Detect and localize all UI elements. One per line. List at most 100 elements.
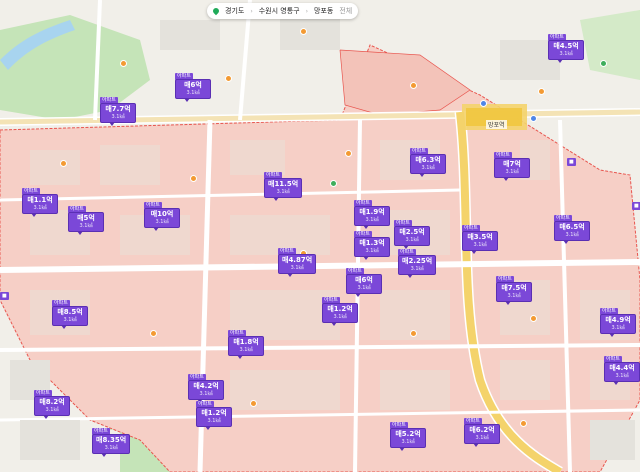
marker-price: 매7.7억 <box>105 105 131 113</box>
marker-box: 매1.1억 3.1㎢ <box>22 194 58 217</box>
marker-tail <box>273 197 279 201</box>
marker-box: 매7억 3.1㎢ <box>494 158 530 181</box>
small-badge[interactable]: ■ <box>567 158 576 166</box>
poi-icon[interactable] <box>150 330 157 337</box>
park-icon[interactable] <box>330 180 337 187</box>
marker-box: 매4.4억 3.1㎢ <box>604 362 640 385</box>
marker-box: 매1.8억 3.1㎢ <box>228 336 264 359</box>
marker-tail <box>43 415 49 419</box>
breadcrumb-province[interactable]: 경기도 <box>225 6 244 16</box>
poi-icon[interactable] <box>410 82 417 89</box>
marker-price: 매2.5억 <box>399 228 425 236</box>
poi-icon[interactable] <box>345 150 352 157</box>
poi-icon[interactable] <box>410 330 417 337</box>
marker-area: 3.1㎢ <box>410 266 424 272</box>
marker-price: 매6.5억 <box>559 223 585 231</box>
marker-tail <box>563 240 569 244</box>
marker-area: 3.1㎢ <box>421 165 435 171</box>
marker-price: 매1.8억 <box>233 338 259 346</box>
marker-area: 3.1㎢ <box>155 219 169 225</box>
small-badge[interactable]: ■ <box>632 202 640 210</box>
marker-box: 매5억 3.1㎢ <box>68 212 104 235</box>
poi-icon[interactable] <box>538 88 545 95</box>
marker-box: 매4.2억 3.1㎢ <box>188 380 224 403</box>
marker-tail <box>184 98 190 102</box>
marker-area: 3.1㎢ <box>505 169 519 175</box>
marker-price: 매10억 <box>150 210 174 218</box>
location-pin-icon <box>211 6 221 16</box>
breadcrumb-city[interactable]: 수원시 영통구 <box>259 6 300 16</box>
marker-tail <box>31 213 37 217</box>
breadcrumb-dong[interactable]: 망포동 <box>314 6 333 16</box>
poi-icon[interactable] <box>300 28 307 35</box>
breadcrumb-separator: › <box>305 7 309 15</box>
marker-box: 매3.5억 3.1㎢ <box>462 231 498 254</box>
marker-tail <box>419 173 425 177</box>
marker-price: 매11.5억 <box>268 180 299 188</box>
marker-tail <box>61 325 67 329</box>
marker-box: 매6억 3.1㎢ <box>175 79 211 102</box>
marker-area: 3.1㎢ <box>111 114 125 120</box>
marker-price: 매6억 <box>355 276 373 284</box>
poi-icon[interactable] <box>120 60 127 67</box>
marker-price: 매4.9억 <box>605 316 631 324</box>
marker-box: 매7.7억 3.1㎢ <box>100 103 136 126</box>
poi-icon[interactable] <box>225 75 232 82</box>
marker-box: 매10억 3.1㎢ <box>144 208 180 231</box>
marker-price: 매6.3억 <box>415 156 441 164</box>
marker-area: 3.1㎢ <box>473 242 487 248</box>
marker-area: 3.1㎢ <box>276 189 290 195</box>
marker-area: 3.1㎢ <box>365 217 379 223</box>
subway-icon[interactable] <box>480 100 487 107</box>
marker-price: 매4.4억 <box>609 364 635 372</box>
marker-box: 매6.2억 3.1㎢ <box>464 424 500 447</box>
marker-box: 매4.5억 3.1㎢ <box>548 40 584 63</box>
marker-box: 매6.5억 3.1㎢ <box>554 221 590 244</box>
marker-box: 매2.5억 3.1㎢ <box>394 226 430 249</box>
marker-price: 매5억 <box>77 214 95 222</box>
marker-box: 매11.5억 3.1㎢ <box>264 178 303 201</box>
marker-box: 매8.5억 3.1㎢ <box>52 306 88 329</box>
marker-price: 매1.9억 <box>359 208 385 216</box>
map-canvas[interactable]: 망포역 경기도 › 수원시 영통구 › 망포동 전체 아파트 매4.5억 3.1㎢ … <box>0 0 640 472</box>
marker-area: 3.1㎢ <box>239 347 253 353</box>
marker-area: 3.1㎢ <box>63 317 77 323</box>
marker-tail <box>503 177 509 181</box>
poi-icon[interactable] <box>520 420 527 427</box>
marker-box: 매6억 3.1㎢ <box>346 274 382 297</box>
marker-area: 3.1㎢ <box>475 435 489 441</box>
marker-area: 3.1㎢ <box>186 90 200 96</box>
marker-tail <box>557 59 563 63</box>
marker-price: 매7억 <box>503 160 521 168</box>
poi-icon[interactable] <box>190 175 197 182</box>
marker-area: 3.1㎢ <box>333 314 347 320</box>
marker-box: 매1.2억 3.1㎢ <box>196 407 232 430</box>
subway-icon[interactable] <box>530 115 537 122</box>
marker-price: 매8.2억 <box>39 398 65 406</box>
marker-tail <box>153 227 159 231</box>
park-icon[interactable] <box>600 60 607 67</box>
poi-icon[interactable] <box>530 315 537 322</box>
marker-box: 매8.35억 3.1㎢ <box>92 434 131 457</box>
breadcrumb-more[interactable]: 전체 <box>339 6 352 16</box>
poi-icon[interactable] <box>250 400 257 407</box>
marker-price: 매6억 <box>184 81 202 89</box>
poi-icon[interactable] <box>60 160 67 167</box>
breadcrumb-separator: › <box>250 7 253 15</box>
marker-box: 매4.9억 3.1㎢ <box>600 314 636 337</box>
marker-price: 매5.2억 <box>395 430 421 438</box>
marker-box: 매4.87억 3.1㎢ <box>278 254 317 277</box>
marker-price: 매4.2억 <box>193 382 219 390</box>
marker-area: 3.1㎢ <box>405 237 419 243</box>
marker-tail <box>109 122 115 126</box>
small-badge[interactable]: ■ <box>0 292 9 300</box>
marker-tail <box>399 447 405 451</box>
marker-area: 3.1㎢ <box>104 445 118 451</box>
marker-tail <box>407 274 413 278</box>
marker-price: 매6.2억 <box>469 426 495 434</box>
marker-tail <box>363 256 369 260</box>
marker-tail <box>473 443 479 447</box>
marker-area: 3.1㎢ <box>207 418 221 424</box>
marker-price: 매1.2억 <box>327 305 353 313</box>
marker-box: 매1.3억 3.1㎢ <box>354 237 390 260</box>
